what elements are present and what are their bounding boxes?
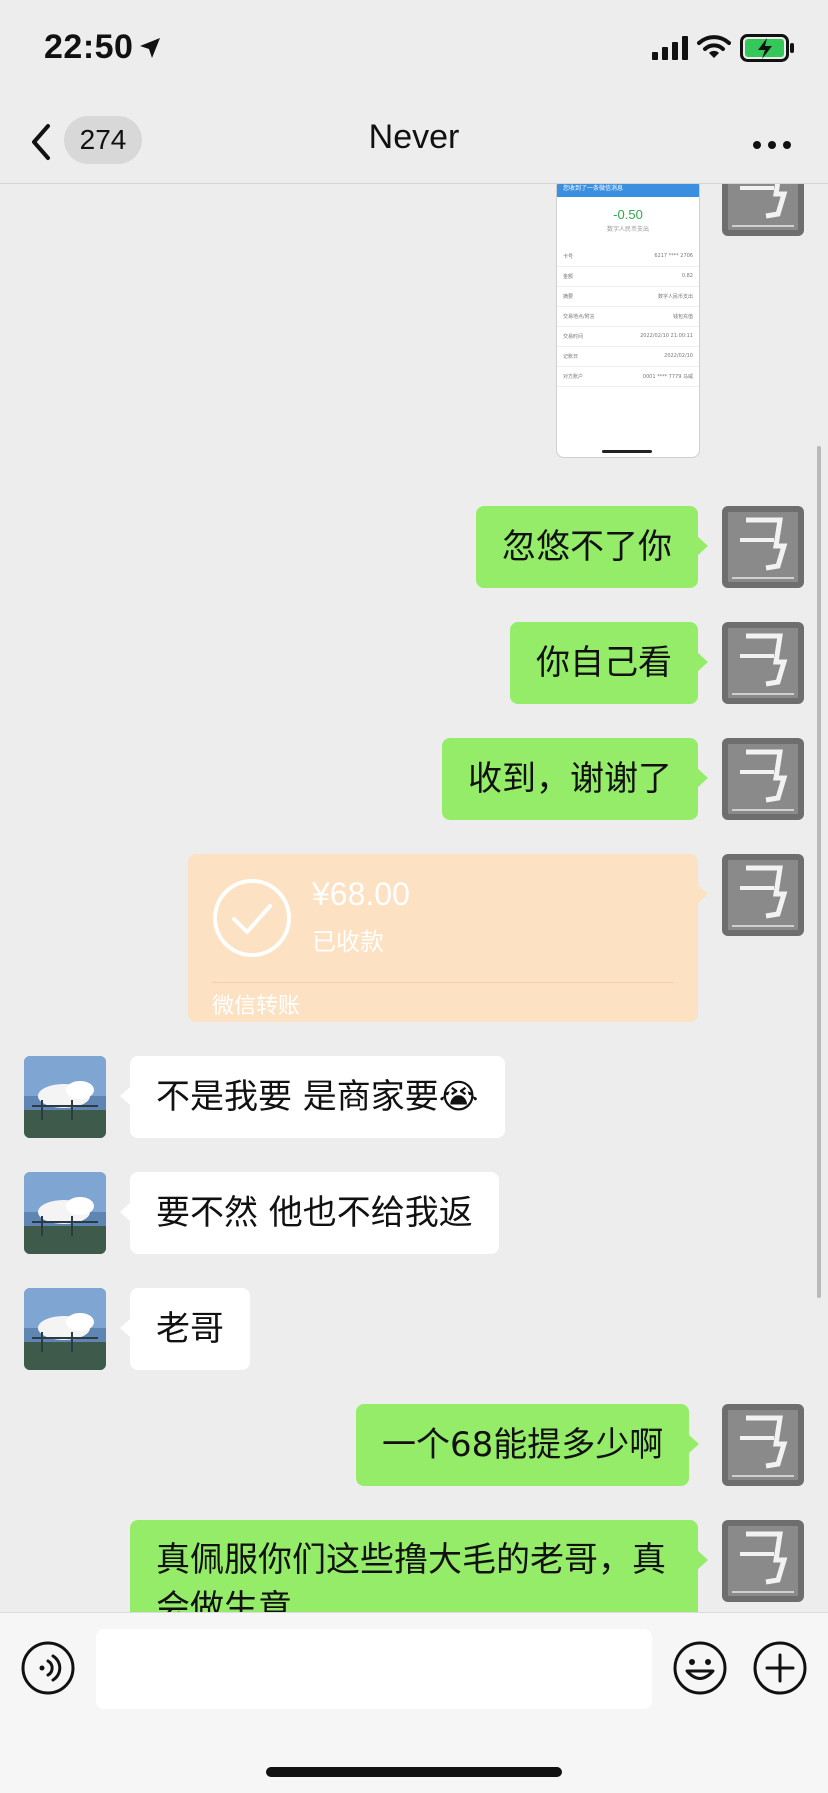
contact-message-bubble[interactable]: 不是我要 是商家要😭 bbox=[120, 1056, 505, 1138]
screenshot-row: 对方账户 0001 **** 7779 马威 bbox=[557, 367, 699, 387]
message-input[interactable] bbox=[96, 1629, 652, 1709]
chat-header: 274 Never bbox=[0, 100, 828, 184]
wifi-icon bbox=[697, 34, 731, 64]
transfer-divider bbox=[212, 982, 674, 983]
home-indicator bbox=[266, 1767, 562, 1777]
my-avatar[interactable] bbox=[722, 854, 804, 936]
transfer-amount: ¥68.00 bbox=[312, 876, 410, 912]
screenshot-row: 卡号 6217 **** 2706 bbox=[557, 247, 699, 267]
screenshot-image-message[interactable]: 您收到了一条微信消息 -0.50 数字人民币支出 卡号 6217 **** 270… bbox=[556, 184, 700, 458]
status-time: 22:50 bbox=[44, 28, 134, 66]
chat-messages[interactable]: 您收到了一条微信消息 -0.50 数字人民币支出 卡号 6217 **** 270… bbox=[0, 184, 828, 1612]
more-icon[interactable] bbox=[752, 136, 792, 155]
contact-avatar[interactable] bbox=[24, 1172, 106, 1254]
chat-scrollbar[interactable] bbox=[817, 446, 821, 1298]
my-message-bubble[interactable]: 收到，谢谢了 bbox=[442, 738, 708, 820]
contact-message-bubble[interactable]: 要不然 他也不给我返 bbox=[120, 1172, 499, 1254]
check-circle-icon bbox=[212, 878, 292, 958]
contact-message-bubble[interactable]: 老哥 bbox=[120, 1288, 250, 1370]
my-avatar[interactable] bbox=[722, 738, 804, 820]
screenshot-detail-list: 卡号 6217 **** 2706 金额 0.82 摘要 数字人民币支出 交易地点/附… bbox=[557, 247, 699, 387]
contact-avatar[interactable] bbox=[24, 1288, 106, 1370]
screenshot-row: 摘要 数字人民币支出 bbox=[557, 287, 699, 307]
plus-icon[interactable] bbox=[752, 1640, 808, 1700]
status-bar: 22:50 bbox=[0, 0, 828, 100]
my-avatar[interactable] bbox=[722, 506, 804, 588]
transfer-card[interactable]: ¥68.00 已收款 微信转账 bbox=[188, 854, 708, 1022]
voice-icon[interactable] bbox=[20, 1640, 76, 1700]
screenshot-row: 记账日 2022/02/10 bbox=[557, 347, 699, 367]
my-message-bubble[interactable]: 一个68能提多少啊 bbox=[356, 1404, 700, 1486]
battery-charging-icon bbox=[740, 34, 796, 66]
screenshot-row: 金额 0.82 bbox=[557, 267, 699, 287]
my-avatar[interactable] bbox=[722, 1404, 804, 1486]
screenshot-home-indicator bbox=[602, 450, 652, 453]
screenshot-subtitle: 数字人民币支出 bbox=[606, 226, 649, 233]
transfer-status: 已收款 bbox=[312, 928, 384, 956]
transfer-label: 微信转账 bbox=[212, 994, 301, 1019]
my-avatar[interactable] bbox=[722, 1520, 804, 1602]
emoji-icon[interactable] bbox=[672, 1640, 728, 1700]
my-avatar[interactable] bbox=[722, 184, 804, 236]
my-message-bubble[interactable]: 真佩服你们这些撸大毛的老哥，真会做生意 bbox=[130, 1520, 708, 1612]
screenshot-header-text: 您收到了一条微信消息 bbox=[563, 185, 624, 192]
cellular-signal-icon bbox=[652, 36, 690, 64]
screenshot-header-bar: 您收到了一条微信消息 bbox=[557, 184, 699, 197]
my-message-bubble[interactable]: 你自己看 bbox=[510, 622, 708, 704]
screenshot-amount: -0.50 bbox=[613, 207, 643, 222]
chat-title: Never bbox=[368, 118, 460, 156]
my-avatar[interactable] bbox=[722, 622, 804, 704]
screenshot-row: 交易时间 2022/02/10 21:00:11 bbox=[557, 327, 699, 347]
contact-avatar[interactable] bbox=[24, 1056, 106, 1138]
location-arrow-icon bbox=[138, 36, 162, 64]
my-message-bubble[interactable]: 忽悠不了你 bbox=[476, 506, 708, 588]
screenshot-row: 交易地点/附言 钱包充值 bbox=[557, 307, 699, 327]
input-bar bbox=[0, 1612, 828, 1793]
